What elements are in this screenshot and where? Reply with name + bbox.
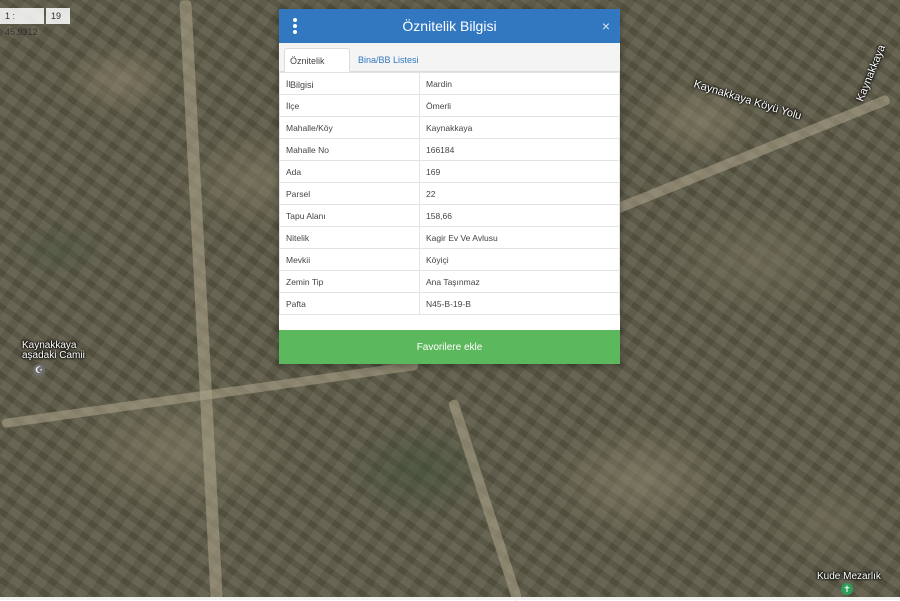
attribute-value: N45-B-19-B <box>419 292 620 315</box>
attribute-value: Kaynakkaya <box>419 116 620 139</box>
attribute-key: Zemin Tip <box>279 270 420 293</box>
add-to-favorites-button[interactable]: Favorilere ekle <box>279 330 620 364</box>
mosque-icon[interactable]: ☪ <box>33 364 45 376</box>
attribute-key: İlçe <box>279 94 420 117</box>
attribute-value: Mardin <box>419 72 620 95</box>
table-row: Zemin Tip Ana Taşınmaz <box>279 270 620 293</box>
attribute-key: Ada <box>279 160 420 183</box>
attribute-value: 169 <box>419 160 620 183</box>
attribute-value: Ömerli <box>419 94 620 117</box>
cemetery-pin-icon[interactable]: ✝ <box>841 583 853 595</box>
attribute-key: Mahalle/Köy <box>279 116 420 139</box>
map-zoom-level: 19 <box>46 8 70 24</box>
attribute-key: Tapu Alanı <box>279 204 420 227</box>
attribute-value: 166184 <box>419 138 620 161</box>
attribute-value: Köyiçi <box>419 248 620 271</box>
attribute-value: 22 <box>419 182 620 205</box>
attribute-value: Ana Taşınmaz <box>419 270 620 293</box>
tab-attribute-info[interactable]: Öznitelik Bilgisi <box>284 48 350 90</box>
tab-building-list[interactable]: Bina/BB Listesi <box>353 48 424 72</box>
dialog-tabbar: Öznitelik Bilgisi Bina/BB Listesi <box>279 43 620 90</box>
attribute-table: İl Mardin İlçe Ömerli Mahalle/Köy Kaynakkaya M… <box>279 72 620 315</box>
attribute-key: Parsel <box>279 182 420 205</box>
table-row: Mahalle/Köy Kaynakkaya <box>279 116 620 139</box>
map-road <box>609 94 891 216</box>
close-icon[interactable]: × <box>602 9 610 43</box>
table-row: Ada 169 <box>279 160 620 183</box>
table-row: Nitelik Kagir Ev Ve Avlusu <box>279 226 620 249</box>
poi-label-cemetery[interactable]: Kude Mezarlık <box>817 571 881 582</box>
attribute-key: Nitelik <box>279 226 420 249</box>
map-scale-readout: 1 : 45.9312 <box>0 8 44 37</box>
attribute-key: Mahalle No <box>279 138 420 161</box>
table-row: Mahalle No 166184 <box>279 138 620 161</box>
attribute-info-dialog: Öznitelik Bilgisi × Öznitelik Bilgisi Bi… <box>279 9 620 364</box>
attribute-key: Mevkii <box>279 248 420 271</box>
dialog-title: Öznitelik Bilgisi <box>402 18 497 34</box>
attribute-key: Pafta <box>279 292 420 315</box>
dialog-header: Öznitelik Bilgisi × <box>279 9 620 43</box>
table-row: İlçe Ömerli <box>279 94 620 117</box>
table-row: Parsel 22 <box>279 182 620 205</box>
map-road <box>179 0 223 600</box>
map-road <box>447 398 523 601</box>
table-row: İl Mardin <box>279 72 620 95</box>
attribute-value: 158,66 <box>419 204 620 227</box>
table-row: Pafta N45-B-19-B <box>279 292 620 315</box>
table-row: Tapu Alanı 158,66 <box>279 204 620 227</box>
table-row: Mevkii Köyiçi <box>279 248 620 271</box>
attribute-value: Kagir Ev Ve Avlusu <box>419 226 620 249</box>
poi-label-mosque-line2[interactable]: aşadaki Camii <box>22 350 85 361</box>
